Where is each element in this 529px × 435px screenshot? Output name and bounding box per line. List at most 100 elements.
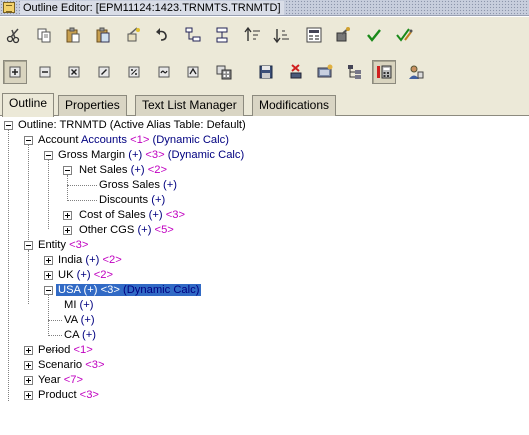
tree-node-year[interactable]: Year <7> [24,373,83,388]
dimension-build-button[interactable] [313,60,337,84]
member-tag: <3> [85,359,105,371]
tree-node-period[interactable]: Period <1> [24,343,93,358]
tab-text-list-manager[interactable]: Text List Manager [135,95,244,116]
add-sibling-icon [216,27,228,43]
tree-line-h [67,185,97,186]
tree-node-india[interactable]: India (+) <2> [44,253,122,268]
sort-ascending-icon [244,26,260,41]
tab-outline[interactable]: Outline [2,93,55,117]
tab-properties-label: Properties [65,98,120,112]
selected-member-highlight[interactable]: USA (+) <3> (Dynamic Calc) [56,284,202,296]
tree-node-va[interactable]: VA (+) [64,313,95,328]
member-consolidation: (+) [137,224,152,236]
verify-outline-button[interactable] [392,23,416,47]
tab-properties[interactable]: Properties [58,95,127,116]
paste-button[interactable] [61,23,85,47]
add-sibling-button[interactable] [211,23,235,47]
expand-toggle[interactable] [44,256,53,265]
tree-line-h [48,335,62,336]
tree-node-uk[interactable]: UK (+) <2> [44,268,113,283]
calculate-icon [377,65,392,79]
tab-modifications[interactable]: Modifications [252,95,337,116]
window-title-bar[interactable]: Outline Editor: [EPM11124:1423.TRNMTS.TR… [0,0,529,16]
outline-tree[interactable]: Outline: TRNMTD (Active Alias Table: Def… [0,117,529,435]
tree-node-product[interactable]: Product <3> [24,388,99,403]
consolidate-subtract-button[interactable] [33,60,57,84]
member-tag: <3> [145,149,165,161]
consolidate-add-button[interactable] [3,60,27,84]
tree-node-mi[interactable]: MI (+) [64,298,94,313]
verify-button[interactable] [362,23,386,47]
tree-node-entity[interactable]: Entity <3> [24,238,88,253]
tree-node-outline-root[interactable]: Outline: TRNMTD (Active Alias Table: Def… [4,118,246,133]
editor-tabs: Outline Properties Text List Manager Mod… [0,91,529,117]
delete-icon [290,64,302,79]
member-name: VA [64,314,78,326]
expand-toggle[interactable] [24,361,33,370]
tree-node-discounts[interactable]: Discounts (+) [99,193,165,208]
find-button[interactable] [331,23,355,47]
expand-toggle[interactable] [44,271,53,280]
sort-ascending-button[interactable] [241,23,265,47]
expand-toggle[interactable] [24,391,33,400]
collapse-toggle[interactable] [24,136,33,145]
tree-node-gross-sales[interactable]: Gross Sales (+) [99,178,177,193]
paste-special-icon [96,27,110,43]
tree-node-scenario[interactable]: Scenario <3> [24,358,105,373]
collapse-toggle[interactable] [44,151,53,160]
member-storage: (Dynamic Calc) [152,134,229,146]
clear-button[interactable] [121,23,145,47]
tree-structure-icon [348,65,361,79]
user-settings-button[interactable] [404,60,428,84]
member-alias: Accounts [80,134,127,146]
consolidate-percent-button[interactable] [122,60,146,84]
collapse-toggle[interactable] [4,121,13,130]
member-tag: <3> [69,239,89,251]
tree-line-entity [28,250,29,304]
undo-button[interactable] [150,23,174,47]
consolidate-multiply-button[interactable] [62,60,86,84]
consolidate-tilde-button[interactable] [152,60,176,84]
paste-special-button[interactable] [91,23,115,47]
collapse-toggle[interactable] [63,166,72,175]
cut-button[interactable] [2,23,26,47]
member-name: Net Sales [79,164,128,176]
add-child-icon [185,27,201,42]
expand-toggle[interactable] [63,226,72,235]
tree-node-cost-of-sales[interactable]: Cost of Sales (+) <3> [63,208,185,223]
sort-descending-button[interactable] [270,23,294,47]
add-child-button[interactable] [181,23,205,47]
tab-text-list-manager-label: Text List Manager [142,98,237,112]
copy-button[interactable] [32,23,56,47]
user-settings-icon [409,65,424,79]
consolidate-tilde-icon [158,66,170,78]
tree-node-usa[interactable]: USA (+) <3> (Dynamic Calc) [44,283,202,298]
collapse-toggle[interactable] [24,241,33,250]
expand-toggle[interactable] [24,346,33,355]
properties-icon [306,27,322,43]
expand-toggle[interactable] [24,376,33,385]
calculate-button[interactable] [372,60,396,84]
delete-button[interactable] [284,60,308,84]
attribute-calculator-icon [216,65,232,80]
consolidate-caret-button[interactable] [181,60,205,84]
member-name: Cost of Sales [79,209,146,221]
tree-structure-button[interactable] [343,60,367,84]
properties-button[interactable] [302,23,326,47]
consolidate-caret-icon [187,66,199,78]
member-name: USA [58,284,81,296]
attribute-calculator-button[interactable] [212,60,236,84]
tree-node-gross-margin[interactable]: Gross Margin (+) <3> (Dynamic Calc) [44,148,244,163]
tree-node-ca[interactable]: CA (+) [64,328,96,343]
tree-node-other-cgs[interactable]: Other CGS (+) <5> [63,223,174,238]
expand-toggle[interactable] [63,211,72,220]
member-name: CA [64,329,79,341]
save-button[interactable] [254,60,278,84]
tree-line-net-sales [67,175,68,199]
consolidate-divide-button[interactable] [92,60,116,84]
tree-line-gross-margin [48,160,49,229]
collapse-toggle[interactable] [44,286,53,295]
tree-node-account[interactable]: Account Accounts <1> (Dynamic Calc) [24,133,229,148]
consolidate-add-icon [9,66,21,78]
tree-node-net-sales[interactable]: Net Sales (+) <2> [63,163,167,178]
